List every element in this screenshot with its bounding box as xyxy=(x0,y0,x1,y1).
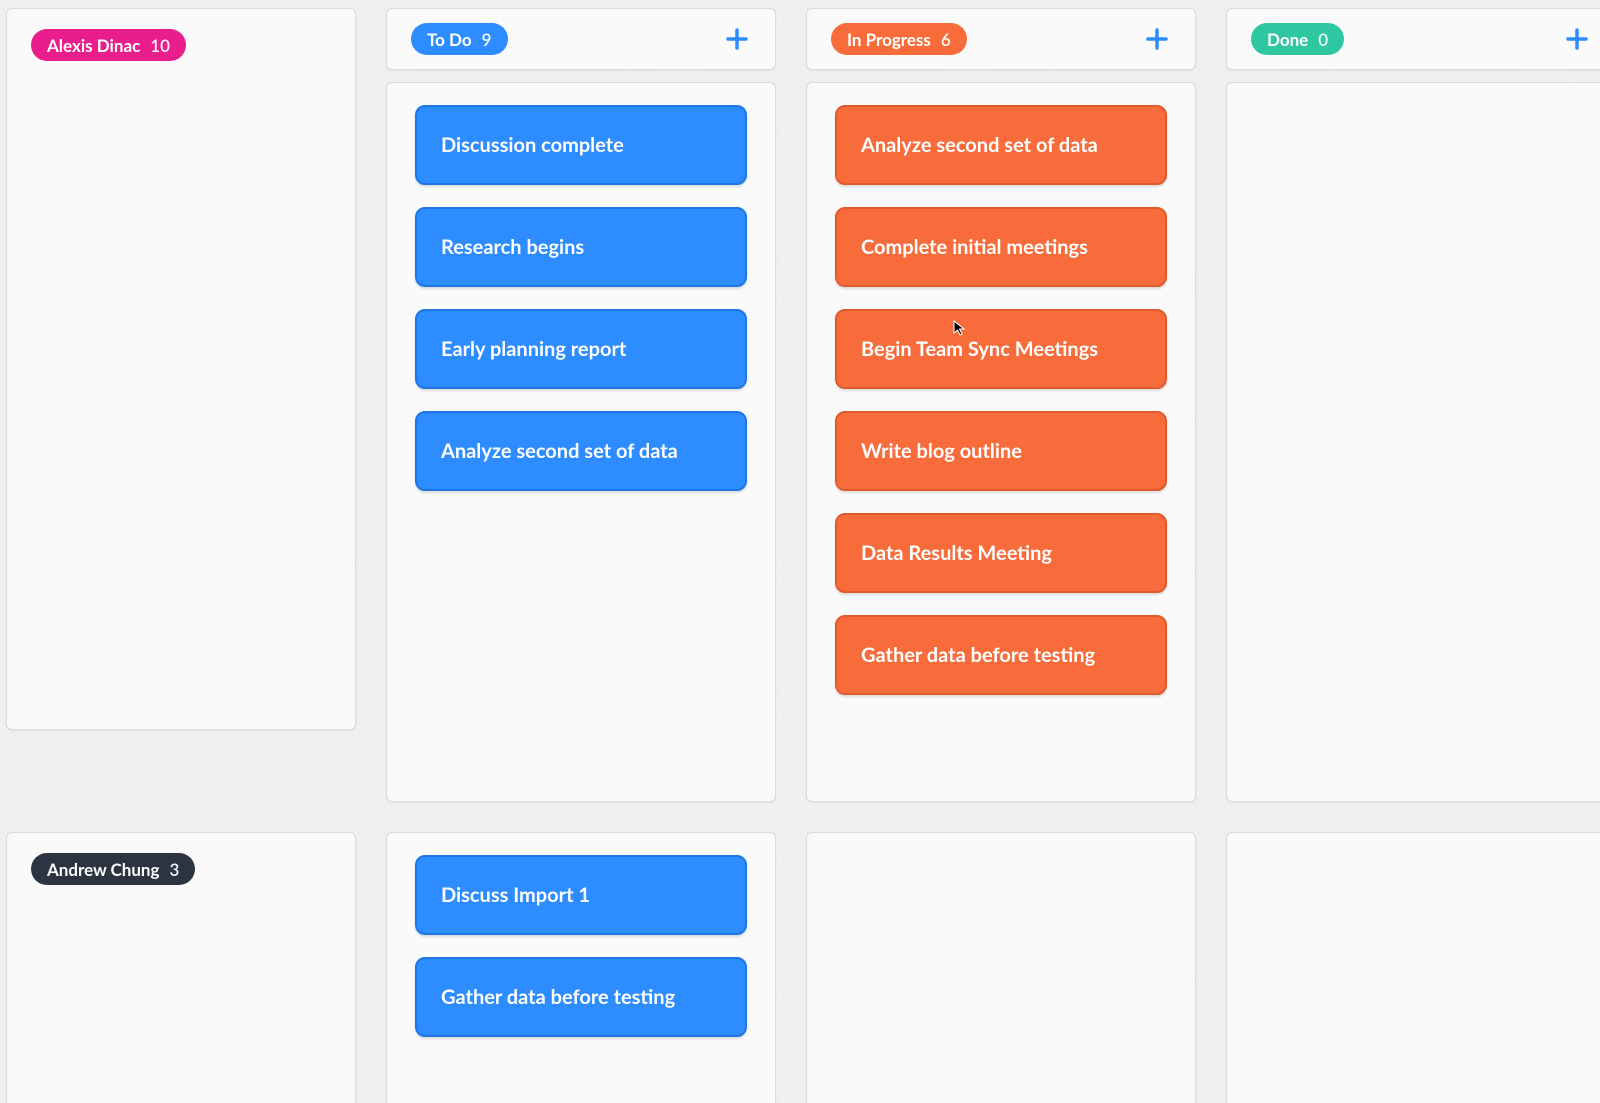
task-card[interactable]: Early planning report xyxy=(415,309,747,389)
column-todo-label: To Do xyxy=(427,31,472,48)
task-card[interactable]: Discussion complete xyxy=(415,105,747,185)
task-card[interactable]: Complete initial meetings xyxy=(835,207,1167,287)
task-card[interactable]: Gather data before testing xyxy=(415,957,747,1037)
column-body-inprogress[interactable] xyxy=(806,832,1196,1103)
column-header-done: Done 0 xyxy=(1226,8,1600,70)
assignee-name-label: Alexis Dinac xyxy=(47,37,140,54)
task-card-title: Gather data before testing xyxy=(861,643,1095,667)
column-inprogress-count: 6 xyxy=(941,31,951,48)
task-card-title: Begin Team Sync Meetings xyxy=(861,337,1098,361)
task-card-title: Gather data before testing xyxy=(441,985,675,1009)
task-card-title: Analyze second set of data xyxy=(861,133,1098,157)
assignee-count: 3 xyxy=(170,861,180,878)
column-header-inprogress: In Progress 6 xyxy=(806,8,1196,70)
task-card[interactable]: Gather data before testing xyxy=(835,615,1167,695)
task-card-title: Early planning report xyxy=(441,337,626,361)
add-task-done-button[interactable] xyxy=(1563,25,1591,53)
column-body-todo[interactable]: Discuss Import 1 Gather data before testi… xyxy=(386,832,776,1103)
task-card-title: Research begins xyxy=(441,235,584,259)
assignee-count: 10 xyxy=(150,37,170,54)
task-card-title: Write blog outline xyxy=(861,439,1022,463)
column-body-done[interactable] xyxy=(1226,82,1600,802)
column-done-label: Done xyxy=(1267,31,1308,48)
column-done: Done 0 xyxy=(1226,8,1600,802)
column-body-done[interactable] xyxy=(1226,832,1600,1103)
task-card[interactable]: Data Results Meeting xyxy=(835,513,1167,593)
task-card[interactable]: Analyze second set of data xyxy=(415,411,747,491)
column-inprogress-label: In Progress xyxy=(847,31,931,48)
task-card[interactable]: Analyze second set of data xyxy=(835,105,1167,185)
column-todo-count: 9 xyxy=(482,31,492,48)
assignee-panel: Andrew Chung 3 xyxy=(6,832,356,1103)
column-body-inprogress[interactable]: Analyze second set of data Complete initi… xyxy=(806,82,1196,802)
assignee-panel: Alexis Dinac 10 xyxy=(6,8,356,730)
task-card-title: Discussion complete xyxy=(441,133,624,157)
column-inprogress xyxy=(806,832,1196,1103)
task-card-title: Data Results Meeting xyxy=(861,541,1052,565)
assignee-name-pill[interactable]: Andrew Chung 3 xyxy=(31,853,195,885)
add-task-todo-button[interactable] xyxy=(723,25,751,53)
task-card-title: Complete initial meetings xyxy=(861,235,1088,259)
task-card[interactable]: Discuss Import 1 xyxy=(415,855,747,935)
assignee-name-label: Andrew Chung xyxy=(47,861,160,878)
task-card[interactable]: Begin Team Sync Meetings xyxy=(835,309,1167,389)
column-todo-pill[interactable]: To Do 9 xyxy=(411,23,508,55)
column-done xyxy=(1226,832,1600,1103)
column-done-pill[interactable]: Done 0 xyxy=(1251,23,1344,55)
column-inprogress: In Progress 6 Analyze second set of data Co… xyxy=(806,8,1196,802)
column-todo: Discuss Import 1 Gather data before testi… xyxy=(386,832,776,1103)
column-done-count: 0 xyxy=(1318,31,1328,48)
task-card[interactable]: Research begins xyxy=(415,207,747,287)
task-card[interactable]: Write blog outline xyxy=(835,411,1167,491)
add-task-inprogress-button[interactable] xyxy=(1143,25,1171,53)
column-body-todo[interactable]: Discussion complete Research begins Early … xyxy=(386,82,776,802)
column-header-todo: To Do 9 xyxy=(386,8,776,70)
column-inprogress-pill[interactable]: In Progress 6 xyxy=(831,23,967,55)
column-todo: To Do 9 Discussion complete Research begins… xyxy=(386,8,776,802)
task-card-title: Discuss Import 1 xyxy=(441,883,590,907)
task-card-title: Analyze second set of data xyxy=(441,439,678,463)
assignee-name-pill[interactable]: Alexis Dinac 10 xyxy=(31,29,186,61)
